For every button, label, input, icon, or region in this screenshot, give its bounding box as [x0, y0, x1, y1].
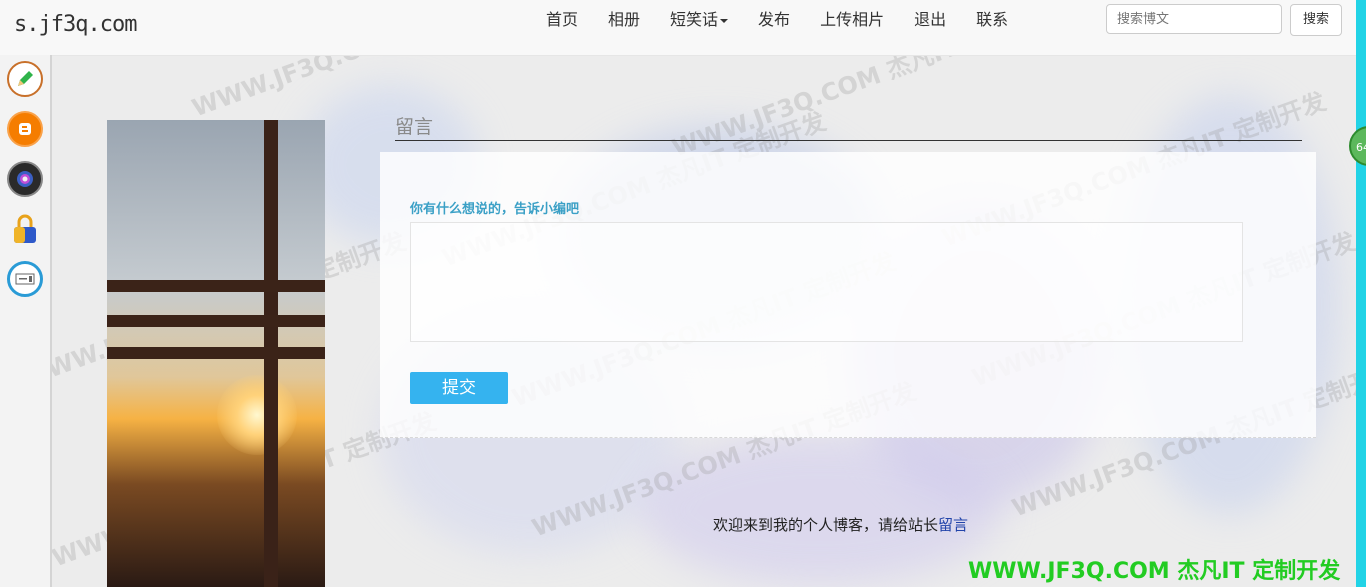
welcome-message: 欢迎来到我的个人博客，请给站长留言	[713, 514, 968, 535]
section-title: 留言	[395, 112, 1302, 141]
submit-button[interactable]: 提交	[410, 372, 508, 404]
main-nav: 首页 相册 短笑话 发布 上传相片 退出 联系	[531, 0, 1023, 42]
nav-jokes-dropdown[interactable]: 短笑话	[655, 0, 743, 42]
sun-glow	[217, 375, 297, 455]
pencil-icon[interactable]	[7, 61, 43, 97]
search-button[interactable]: 搜索	[1290, 4, 1342, 36]
brand-logo[interactable]: s.jf3q.com	[14, 12, 137, 37]
top-navbar: s.jf3q.com 首页 相册 短笑话 发布 上传相片 退出 联系 搜索	[0, 0, 1356, 56]
right-edge-bar	[1356, 0, 1366, 587]
sunset-photo	[107, 120, 325, 587]
lock-icon[interactable]	[7, 211, 43, 247]
nav-contact[interactable]: 联系	[961, 0, 1023, 42]
search-input[interactable]	[1106, 4, 1282, 34]
window-bar-horizontal	[107, 280, 325, 292]
window-bar-horizontal	[107, 347, 325, 359]
window-bar-horizontal	[107, 315, 325, 327]
left-sidebar	[0, 55, 52, 587]
leave-message-link[interactable]: 留言	[938, 516, 968, 534]
nav-logout[interactable]: 退出	[899, 0, 961, 42]
nav-home[interactable]: 首页	[531, 0, 593, 42]
nav-upload-photo[interactable]: 上传相片	[805, 0, 899, 42]
welcome-text: 欢迎来到我的个人博客，请给站长	[713, 516, 939, 534]
message-prompt-label: 你有什么想说的，告诉小编吧	[410, 202, 580, 217]
blogger-icon[interactable]	[7, 111, 43, 147]
message-textarea[interactable]	[410, 222, 1243, 342]
watermark-banner: WWW.JF3Q.COM 杰凡IT 定制开发	[968, 559, 1341, 584]
camera-icon[interactable]	[7, 161, 43, 197]
caret-down-icon	[720, 18, 729, 23]
message-form: 你有什么想说的，告诉小编吧 提交	[380, 152, 1316, 438]
nav-album[interactable]: 相册	[593, 0, 655, 42]
nav-publish[interactable]: 发布	[743, 0, 805, 42]
nav-jokes-label: 短笑话	[670, 10, 719, 29]
edit-box-icon[interactable]	[7, 261, 43, 297]
